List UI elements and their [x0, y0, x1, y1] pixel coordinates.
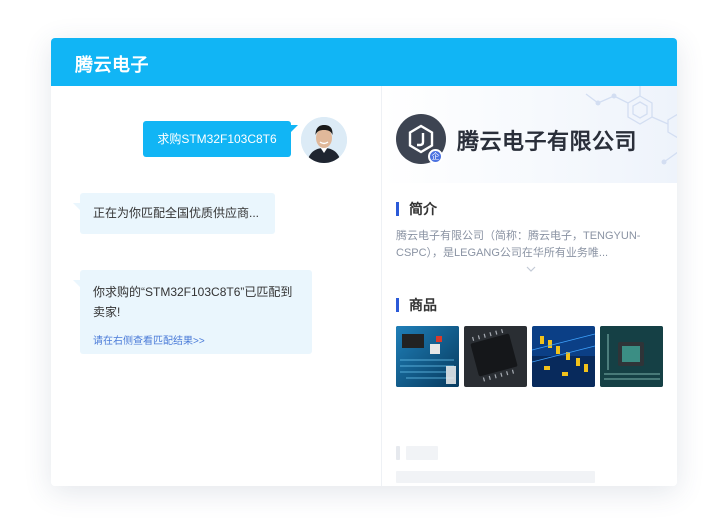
chip-icon: [600, 326, 663, 387]
chip-icon: [464, 326, 527, 387]
chevron-down-icon[interactable]: [524, 264, 538, 274]
company-panel: 企 腾云电子有限公司 简介 腾云电子有限公司（简称：腾云电子，TENGYUN-C…: [382, 86, 677, 486]
header-title: 腾云电子: [75, 55, 149, 75]
avatar-icon: [301, 117, 347, 163]
user-avatar[interactable]: [301, 117, 347, 163]
matched-message-text: 你求购的“STM32F103C8T6”已匹配到卖家!: [93, 285, 293, 319]
incoming-message-matched: 你求购的“STM32F103C8T6”已匹配到卖家! 请在右侧查看匹配结果>>: [73, 270, 312, 354]
goods-thumbnail[interactable]: [396, 326, 459, 387]
incoming-message: 正在为你匹配全国优质供应商...: [73, 193, 275, 234]
enterprise-badge: 企: [428, 149, 443, 164]
skeleton-marker: [396, 446, 400, 460]
company-banner: 企 腾云电子有限公司: [382, 86, 677, 183]
goods-thumbnail[interactable]: [532, 326, 595, 387]
intro-text: 腾云电子有限公司（简称：腾云电子，TENGYUN-CSPC），是LEGANG公司…: [396, 230, 641, 259]
circuit-board-icon: [396, 326, 459, 387]
view-results-link[interactable]: 请在右侧查看匹配结果>>: [93, 332, 300, 347]
skeleton-title: [406, 446, 438, 460]
goods-thumbnail[interactable]: [464, 326, 527, 387]
chat-panel: 求购STM32F103C8T6 正在为你匹配全国优质供应商... 你求购的“ST…: [51, 86, 382, 486]
circuit-board-icon: [532, 326, 595, 387]
chat-window: 腾云电子 求购STM32F103C8T6 正在为你匹配全国优质供应商... 你求…: [51, 38, 677, 486]
goods-section-title: 商品: [396, 298, 437, 312]
skeleton-line: [396, 471, 595, 483]
goods-thumbnail[interactable]: [600, 326, 663, 387]
company-name: 腾云电子有限公司: [457, 129, 638, 154]
outgoing-message: 求购STM32F103C8T6: [143, 121, 298, 157]
window-header: 腾云电子: [51, 38, 677, 86]
intro-section-title: 简介: [396, 202, 437, 216]
goods-gallery: [396, 326, 666, 387]
